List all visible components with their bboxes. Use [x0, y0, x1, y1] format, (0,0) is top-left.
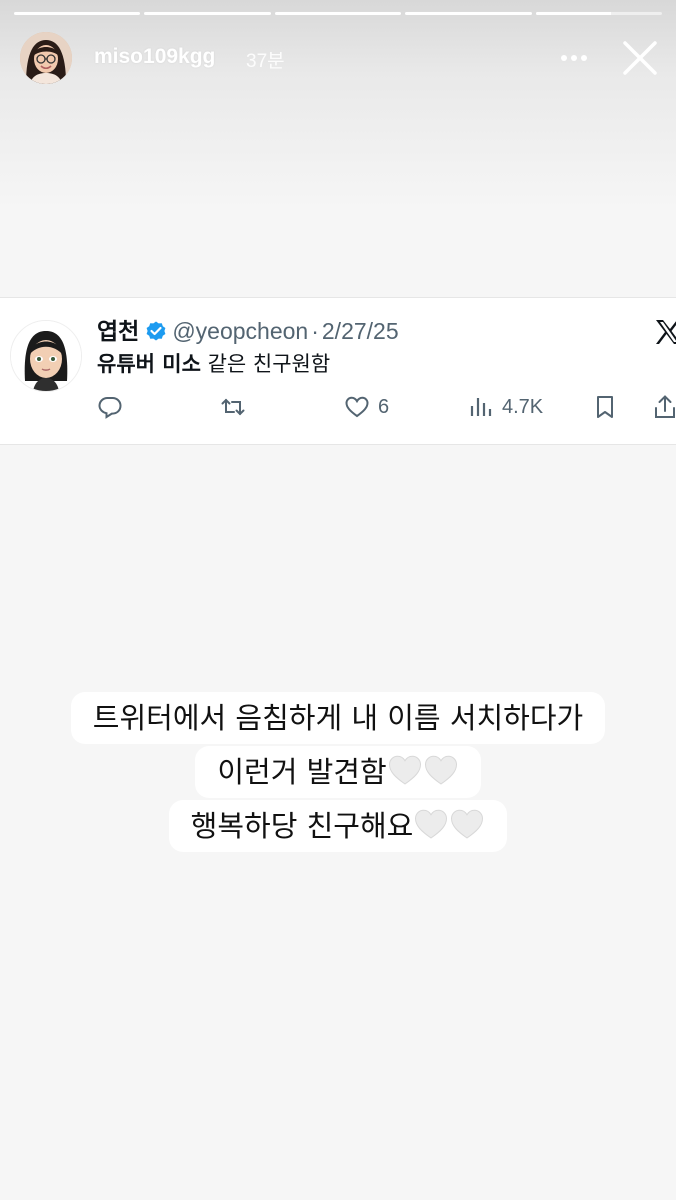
- memoji-avatar-icon: [11, 321, 81, 391]
- x-logo-icon: [656, 320, 676, 344]
- close-icon: [623, 41, 657, 75]
- white-heart-icon: [424, 755, 457, 785]
- views-chart-icon: [470, 398, 492, 416]
- timestamp: 37분: [246, 51, 285, 72]
- caption-text-2: 이런거 발견함: [217, 755, 387, 789]
- separator-dot: ·: [311, 318, 319, 344]
- bookmark-button[interactable]: [592, 392, 618, 422]
- share-icon: [655, 395, 675, 418]
- view-count: 4.7K: [502, 395, 544, 418]
- tweet-actions: 6 4.7K: [0, 392, 676, 422]
- profile-photo-icon: [20, 32, 72, 84]
- retweet-button[interactable]: [220, 392, 246, 422]
- caption-text-3: 행복하당 친구해요: [190, 809, 414, 843]
- tweet-card[interactable]: 엽천 @yeopcheon · 2/27/25 유튜버 미소 같은 친구원함 6…: [0, 297, 676, 445]
- caption-line-2: 이런거 발견함: [195, 746, 481, 798]
- like-count: 6: [378, 395, 390, 418]
- bookmark-icon: [597, 396, 613, 418]
- white-heart-icon: [451, 809, 484, 839]
- white-heart-icon: [388, 755, 421, 785]
- tweet-header: 엽천 @yeopcheon · 2/27/25: [97, 316, 399, 347]
- story-progress-bar: [14, 12, 663, 15]
- progress-segment: [14, 12, 141, 15]
- close-button[interactable]: [620, 38, 660, 78]
- more-options-button[interactable]: [548, 40, 600, 76]
- progress-segment: [274, 12, 402, 15]
- progress-segment: [535, 12, 663, 15]
- tweet-text: 유튜버 미소 같은 친구원함: [97, 348, 330, 378]
- reply-icon: [98, 397, 122, 419]
- tweet-date[interactable]: 2/27/25: [322, 318, 399, 344]
- story-header: miso109kgg 37분: [20, 32, 660, 84]
- retweet-icon: [221, 398, 245, 416]
- tweet-avatar[interactable]: [10, 320, 82, 392]
- progress-segment: [144, 12, 271, 15]
- caption-text-1: 트위터에서 음침하게 내 이름 서치하다가: [92, 701, 584, 735]
- progress-segment: [405, 12, 532, 15]
- caption-line-1: 트위터에서 음침하게 내 이름 서치하다가: [70, 692, 606, 744]
- avatar[interactable]: [20, 32, 72, 84]
- caption-line-3: 행복하당 친구해요: [168, 800, 508, 852]
- heart-outline-icon: [345, 396, 369, 418]
- tweet-author-name[interactable]: 엽천: [97, 319, 139, 345]
- more-dots-icon: [561, 55, 587, 61]
- username[interactable]: miso109kgg: [94, 45, 215, 69]
- verified-badge-icon: [146, 321, 166, 341]
- story-screen: miso109kgg 37분 엽천 @yeopcheon · 2/27/25 유…: [0, 0, 676, 1200]
- tweet-handle[interactable]: @yeopcheon: [172, 318, 308, 344]
- share-button[interactable]: [652, 392, 676, 422]
- story-caption: 트위터에서 음침하게 내 이름 서치하다가 이런거 발견함 행복하당 친구해요: [0, 692, 676, 852]
- tweet-text-rest: 같은 친구원함: [200, 352, 331, 376]
- white-heart-icon: [415, 809, 448, 839]
- like-button[interactable]: 6: [344, 392, 389, 422]
- views-button[interactable]: 4.7K: [468, 392, 543, 422]
- tweet-text-bold[interactable]: 유튜버 미소: [97, 352, 201, 376]
- reply-button[interactable]: [97, 392, 123, 422]
